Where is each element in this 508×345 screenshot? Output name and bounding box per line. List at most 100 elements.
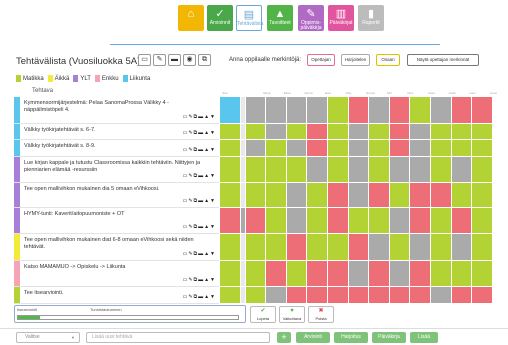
grid-cell[interactable] (389, 157, 411, 183)
grid-cell[interactable] (410, 208, 431, 234)
grid-cell[interactable] (348, 261, 370, 287)
grid-cell[interactable] (328, 234, 349, 261)
grid-cell[interactable] (245, 97, 267, 124)
grid-cell[interactable] (410, 287, 431, 304)
grid-cell[interactable] (451, 157, 473, 183)
grid-cell[interactable] (389, 208, 411, 234)
grid-cell[interactable] (472, 140, 493, 157)
nav-check-button[interactable]: ✓ Arvioinnit (207, 5, 233, 31)
trash-icon[interactable]: ▬ (168, 54, 181, 66)
task-row[interactable]: Tee itsearviointi. ▭✎⧉▬▲▼ (14, 287, 219, 304)
task-actions[interactable]: ▭✎⧉▬▲▼ (183, 294, 216, 300)
grid-cell[interactable] (389, 261, 411, 287)
grid-cell[interactable] (348, 157, 370, 183)
nav-list-chart-button[interactable]: ▤ Tehtävälista (236, 5, 263, 31)
task-row[interactable]: Katso MAMAMUO -> Opiskelu -> Liikunta ▭✎⧉… (14, 261, 219, 287)
impressive-button[interactable]: ♥ Vaikuttava (279, 306, 305, 323)
grid-cell[interactable] (220, 183, 241, 208)
task-actions[interactable]: ▭✎⧉▬▲▼ (183, 251, 216, 257)
grid-cell[interactable] (328, 157, 349, 183)
task-actions[interactable]: ▭✎⧉▬▲▼ (183, 147, 216, 153)
grid-cell[interactable] (348, 208, 370, 234)
add-task-button[interactable]: + (277, 332, 291, 343)
delete-button[interactable]: ✖ Poista (308, 306, 334, 323)
grid-cell[interactable] (389, 183, 411, 208)
grid-cell[interactable] (348, 234, 370, 261)
nav-bar-chart-button[interactable]: ▮ Raportit (358, 5, 384, 31)
grid-cell[interactable] (348, 124, 370, 140)
task-row[interactable]: Kymmensormijärjestelmä: Pelaa SanomaPros… (14, 97, 219, 124)
grid-cell[interactable] (266, 140, 287, 157)
new-task-input[interactable]: Lisää uusi tehtävä (86, 332, 270, 343)
grid-cell[interactable] (472, 183, 493, 208)
grid-cell[interactable] (307, 287, 328, 304)
grid-cell[interactable] (307, 157, 328, 183)
grid-cell[interactable] (472, 287, 493, 304)
task-actions[interactable]: ▭✎⧉▬▲▼ (183, 114, 216, 120)
rate-know-button[interactable]: Osaan (376, 54, 400, 66)
task-actions[interactable]: ▭✎⧉▬▲▼ (183, 173, 216, 179)
grid-cell[interactable] (389, 140, 411, 157)
grid-cell[interactable] (451, 234, 473, 261)
grid-cell[interactable] (410, 124, 431, 140)
task-actions[interactable]: ▭✎⧉▬▲▼ (183, 198, 216, 204)
task-row[interactable]: Tee open mallivihkon mukainen dia 5 omaa… (14, 183, 219, 208)
grid-cell[interactable] (431, 183, 452, 208)
grid-cell[interactable] (266, 124, 287, 140)
grid-cell[interactable] (286, 157, 308, 183)
nav-mountain-button[interactable]: ▲ Tavoitteet (267, 5, 293, 31)
grid-cell[interactable] (220, 97, 241, 124)
grid-cell[interactable] (266, 234, 287, 261)
grid-cell[interactable] (369, 287, 390, 304)
nav-book-button[interactable]: ▥ Päiväkirjat (328, 5, 354, 31)
grid-cell[interactable] (389, 234, 411, 261)
grid-cell[interactable] (451, 97, 473, 124)
grid-cell[interactable] (286, 208, 308, 234)
copy-icon[interactable]: ⧉ (198, 54, 211, 66)
calendar-icon[interactable]: ▭ (138, 54, 151, 66)
nav-home-button[interactable]: ⌂ (178, 5, 204, 31)
grid-cell[interactable] (348, 140, 370, 157)
grid-cell[interactable] (286, 261, 308, 287)
grid-cell[interactable] (431, 208, 452, 234)
grid-cell[interactable] (245, 124, 267, 140)
grid-cell[interactable] (472, 261, 493, 287)
grid-cell[interactable] (286, 287, 308, 304)
grid-cell[interactable] (266, 183, 287, 208)
show-teacher-marks-button[interactable]: Näytä opettajan merkinnät (407, 54, 479, 66)
grid-cell[interactable] (307, 97, 328, 124)
grid-cell[interactable] (307, 140, 328, 157)
rate-practicing-button[interactable]: Harjoitelen (341, 54, 370, 66)
grid-cell[interactable] (307, 183, 328, 208)
grid-cell[interactable] (472, 208, 493, 234)
grid-cell[interactable] (369, 183, 390, 208)
practice-button[interactable]: Harjoitus (334, 332, 368, 343)
grid-cell[interactable] (220, 140, 241, 157)
rate-teacher-button[interactable]: Opettajan (307, 54, 335, 66)
grid-cell[interactable] (389, 97, 411, 124)
grid-cell[interactable] (266, 97, 287, 124)
grid-cell[interactable] (451, 124, 473, 140)
task-actions[interactable]: ▭✎⧉▬▲▼ (183, 130, 216, 136)
grid-cell[interactable] (369, 124, 390, 140)
grid-cell[interactable] (410, 140, 431, 157)
grid-cell[interactable] (328, 287, 349, 304)
grid-cell[interactable] (220, 261, 241, 287)
grid-cell[interactable] (472, 234, 493, 261)
grid-cell[interactable] (328, 261, 349, 287)
subject-select[interactable]: Valitse ▼ (16, 332, 80, 343)
grid-cell[interactable] (286, 140, 308, 157)
grid-cell[interactable] (369, 97, 390, 124)
grid-cell[interactable] (328, 97, 349, 124)
grid-cell[interactable] (286, 183, 308, 208)
grid-cell[interactable] (220, 234, 241, 261)
nav-pencil-button[interactable]: ✎ Oppimis-päiväkirja (298, 5, 324, 31)
grid-cell[interactable] (431, 157, 452, 183)
grid-cell[interactable] (328, 208, 349, 234)
grid-cell[interactable] (286, 124, 308, 140)
grid-cell[interactable] (220, 124, 241, 140)
grid-cell[interactable] (266, 287, 287, 304)
grid-cell[interactable] (431, 140, 452, 157)
grid-cell[interactable] (451, 140, 473, 157)
grid-cell[interactable] (245, 208, 267, 234)
